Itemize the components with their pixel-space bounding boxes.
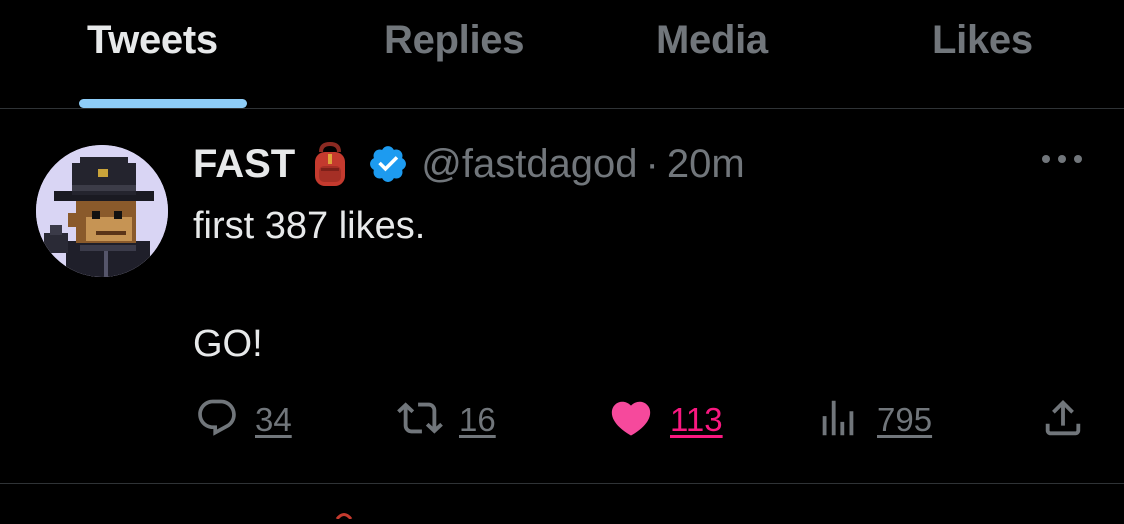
verified-badge-icon[interactable] [367,143,409,185]
retweet-icon [397,395,443,446]
views-count[interactable]: 795 [877,401,932,439]
reply-count[interactable]: 34 [255,401,292,439]
backpack-emoji-icon [307,140,353,188]
reply-button[interactable]: 34 [195,392,292,448]
retweet-button[interactable]: 16 [397,392,496,448]
header-separator: · [645,141,659,186]
tweet-actions: 34 16 113 795 [0,392,1124,448]
tweet-header: FAST @fastdagod · 20m [193,139,745,189]
reply-icon [195,396,239,445]
profile-tab-bar: Tweets Replies Media Likes [0,0,1124,109]
tweet[interactable]: FAST @fastdagod · 20m first 387 likes. G… [0,109,1124,484]
tab-replies[interactable]: Replies [384,18,524,63]
tab-media[interactable]: Media [656,18,768,63]
author-name[interactable]: FAST [193,142,295,187]
tab-tweets[interactable]: Tweets [87,18,218,63]
more-options-icon[interactable] [1040,151,1084,167]
tweet-timestamp[interactable]: 20m [667,142,745,187]
retweet-count[interactable]: 16 [459,401,496,439]
avatar-image [36,145,168,277]
author-handle[interactable]: @fastdagod [421,142,637,187]
analytics-bars-icon [815,395,861,446]
avatar[interactable] [36,145,168,277]
active-tab-indicator [79,99,247,108]
tweet-text-line-2: GO! [193,323,263,365]
tab-likes[interactable]: Likes [932,18,1033,63]
tweet-text-line-1: first 387 likes. [193,205,426,247]
like-button[interactable]: 113 [608,392,723,448]
share-button[interactable] [1040,392,1086,448]
views-button[interactable]: 795 [815,392,932,448]
share-icon [1040,395,1086,446]
like-count[interactable]: 113 [670,401,723,439]
next-tweet-edge [335,506,353,520]
heart-filled-icon [608,395,654,446]
